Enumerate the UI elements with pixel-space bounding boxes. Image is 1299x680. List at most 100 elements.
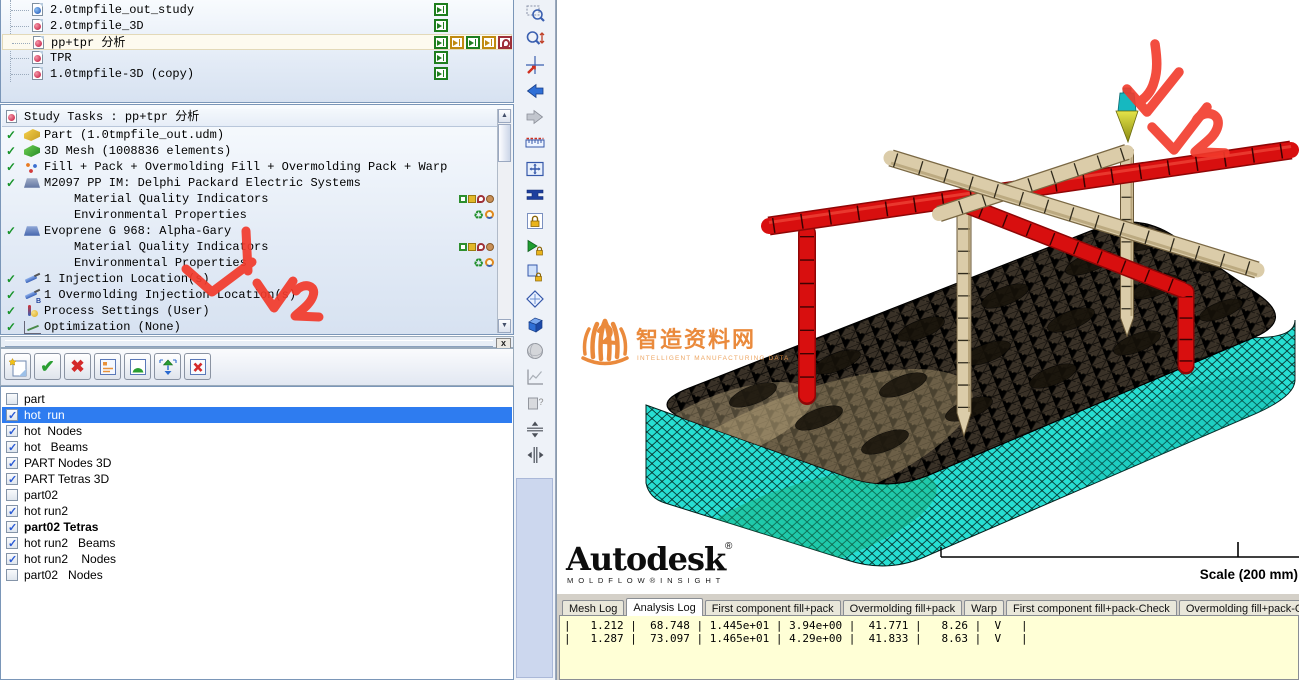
task-row-injection[interactable]: 1 Injection Location(s) — [2, 271, 512, 287]
task-row-material1[interactable]: M2097 PP IM: Delphi Packard Electric Sys… — [2, 175, 512, 191]
layer-checkbox[interactable] — [6, 409, 18, 421]
cleanup-layer-button[interactable] — [184, 353, 211, 380]
layer-checkbox[interactable] — [6, 521, 18, 533]
study-tree-item[interactable]: 2.0tmpfile_out_study — [2, 2, 512, 18]
tree-dash — [11, 58, 29, 59]
layer-checkbox[interactable] — [6, 553, 18, 565]
plot-chart-icon[interactable] — [521, 366, 549, 388]
view-forward-icon[interactable] — [521, 106, 549, 128]
layer-row[interactable]: part02 Nodes — [2, 567, 512, 583]
shaded-view-icon[interactable] — [521, 340, 549, 362]
task-row-optimization[interactable]: Optimization (None) — [2, 319, 512, 335]
viewport-3d[interactable]: 智造资料网 INTELLIGENT MANUFACTURING DATA Aut… — [556, 0, 1299, 594]
study-tasks-panel: Study Tasks : pp+tpr 分析 Part (1.0tmpfile… — [0, 104, 514, 335]
layer-row[interactable]: hot run2 Nodes — [2, 551, 512, 567]
task-row-part[interactable]: Part (1.0tmpfile_out.udm) — [2, 127, 512, 143]
task-badge-icon[interactable] — [434, 36, 448, 49]
measure-icon[interactable] — [521, 132, 549, 154]
layer-row[interactable]: hot run2 — [2, 503, 512, 519]
zoom-window-icon[interactable] — [521, 2, 549, 24]
expand-layer-button[interactable] — [154, 353, 181, 380]
layer-checkbox[interactable] — [6, 473, 18, 485]
task-label: Material Quality Indicators — [74, 239, 268, 255]
delete-layer-button[interactable]: ✖ — [64, 353, 91, 380]
task-badge-icon[interactable] — [434, 51, 448, 64]
layers-panel-header[interactable]: x — [0, 336, 514, 348]
layer-checkbox[interactable] — [6, 489, 18, 501]
layer-row[interactable]: part02 — [2, 487, 512, 503]
display-properties-button[interactable] — [124, 353, 151, 380]
task-row-environment1[interactable]: Environmental Properties ♻ — [2, 207, 512, 223]
layer-checkbox[interactable] — [6, 393, 18, 405]
layer-checkbox[interactable] — [6, 457, 18, 469]
query-help-icon[interactable]: ? — [521, 392, 549, 414]
mold-plates-icon[interactable] — [521, 184, 549, 206]
layer-checkbox[interactable] — [6, 425, 18, 437]
study-tree-item-selected[interactable]: pp+tpr 分析 — [2, 34, 512, 50]
tasks-scrollbar[interactable]: ▲ ▼ — [497, 109, 512, 333]
check-icon — [6, 319, 16, 335]
tab-first-component-fill-pack[interactable]: First component fill+pack — [705, 600, 841, 616]
task-label: Optimization (None) — [44, 319, 181, 335]
layer-row[interactable]: hot Nodes — [2, 423, 512, 439]
layer-row[interactable]: hot run2 Beams — [2, 535, 512, 551]
task-row-quality2[interactable]: Material Quality Indicators — [2, 239, 512, 255]
tab-mesh-log[interactable]: Mesh Log — [562, 600, 624, 616]
splitter-grip[interactable] — [5, 340, 493, 347]
tab-analysis-log[interactable]: Analysis Log — [626, 598, 702, 616]
task-badge-icon[interactable] — [482, 36, 496, 49]
task-row-quality1[interactable]: Material Quality Indicators — [2, 191, 512, 207]
task-badge-icon[interactable] — [450, 36, 464, 49]
recycle-icon: ♻ — [473, 257, 484, 269]
task-row-process[interactable]: Process Settings (User) — [2, 303, 512, 319]
layer-row[interactable]: part — [2, 391, 512, 407]
zoom-in-out-icon[interactable] — [521, 28, 549, 50]
layer-row[interactable]: PART Tetras 3D — [2, 471, 512, 487]
scroll-up-icon[interactable]: ▲ — [498, 109, 511, 123]
diagnose-icon[interactable] — [521, 288, 549, 310]
activate-layer-button[interactable]: ✔ — [34, 353, 61, 380]
animate-lock-icon[interactable] — [521, 236, 549, 258]
tab-first-component-fill-pack-check[interactable]: First component fill+pack-Check — [1006, 600, 1177, 616]
view-back-icon[interactable] — [521, 80, 549, 102]
task-badge-icon[interactable] — [498, 36, 512, 49]
layer-properties-button[interactable] — [94, 353, 121, 380]
new-layer-button[interactable] — [4, 353, 31, 380]
copy-lock-icon[interactable] — [521, 262, 549, 284]
tab-warp[interactable]: Warp — [964, 600, 1004, 616]
task-badge-icon[interactable] — [434, 67, 448, 80]
quality-indicator-icons — [459, 191, 494, 206]
split-vertical-icon[interactable] — [521, 444, 549, 466]
layer-checkbox[interactable] — [6, 505, 18, 517]
layer-row[interactable]: PART Nodes 3D — [2, 455, 512, 471]
scrollbar-thumb[interactable] — [498, 124, 511, 162]
lock-icon[interactable] — [521, 210, 549, 232]
layer-row-selected[interactable]: hot run — [2, 407, 512, 423]
tab-overmolding-fill-pack-check[interactable]: Overmolding fill+pack-Check — [1179, 600, 1299, 616]
layer-checkbox[interactable] — [6, 441, 18, 453]
study-tree-item[interactable]: 1.0tmpfile-3D (copy) — [2, 66, 512, 82]
layer-checkbox[interactable] — [6, 569, 18, 581]
rotate-center-icon[interactable] — [521, 54, 549, 76]
study-doc-icon — [32, 19, 43, 32]
study-tree-item[interactable]: TPR — [2, 50, 512, 66]
task-row-mesh[interactable]: 3D Mesh (1008836 elements) — [2, 143, 512, 159]
task-row-overmolding-injection[interactable]: B1 Overmolding Injection Location(s) — [2, 287, 512, 303]
tab-overmolding-fill-pack[interactable]: Overmolding fill+pack — [843, 600, 962, 616]
task-badge-icon[interactable] — [466, 36, 480, 49]
task-badge-icon[interactable] — [434, 19, 448, 32]
split-horizontal-icon[interactable] — [521, 418, 549, 440]
layer-checkbox[interactable] — [6, 537, 18, 549]
study-tree-item[interactable]: 2.0tmpfile_3D — [2, 18, 512, 34]
task-row-environment2[interactable]: Environmental Properties ♻ — [2, 255, 512, 271]
task-row-material2[interactable]: Evoprene G 968: Alpha-Gary — [2, 223, 512, 239]
pan-window-icon[interactable] — [521, 158, 549, 180]
layer-row[interactable]: part02 Tetras — [2, 519, 512, 535]
analysis-log-content[interactable]: | 1.212 | 68.748 | 1.445e+01 | 3.94e+00 … — [559, 615, 1299, 680]
task-row-sequence[interactable]: Fill + Pack + Overmolding Fill + Overmol… — [2, 159, 512, 175]
task-badge-icon[interactable] — [434, 3, 448, 16]
cube-view-icon[interactable] — [521, 314, 549, 336]
layer-row[interactable]: hot Beams — [2, 439, 512, 455]
scroll-down-icon[interactable]: ▼ — [498, 319, 511, 333]
task-label: 3D Mesh (1008836 elements) — [44, 143, 231, 159]
